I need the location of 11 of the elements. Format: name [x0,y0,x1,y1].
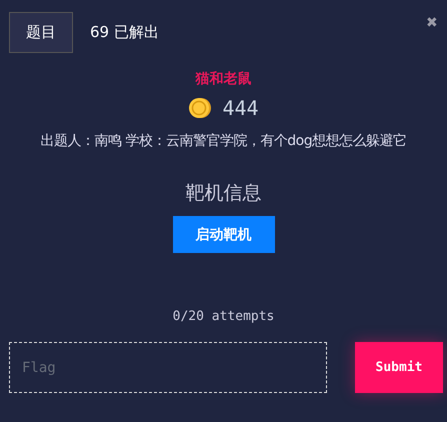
submit-button[interactable]: Submit [355,342,443,393]
points-value: 444 [222,96,259,120]
start-machine-button[interactable]: 启动靶机 [172,216,274,253]
challenge-description: 出题人：南鸣 学校：云南警官学院，有个dog想想怎么躲避它 [39,132,408,150]
tab[interactable]: 69 已解出 [87,12,162,53]
flag-input-field[interactable]: Flag [9,342,327,393]
attempts-counter: 0/20 attempts [172,309,274,324]
coin-icon [188,96,212,120]
tab[interactable]: 题目 [9,12,73,53]
section-heading: 靶机信息 [186,181,262,206]
challenge-title: 猫和老鼠 [196,70,252,88]
